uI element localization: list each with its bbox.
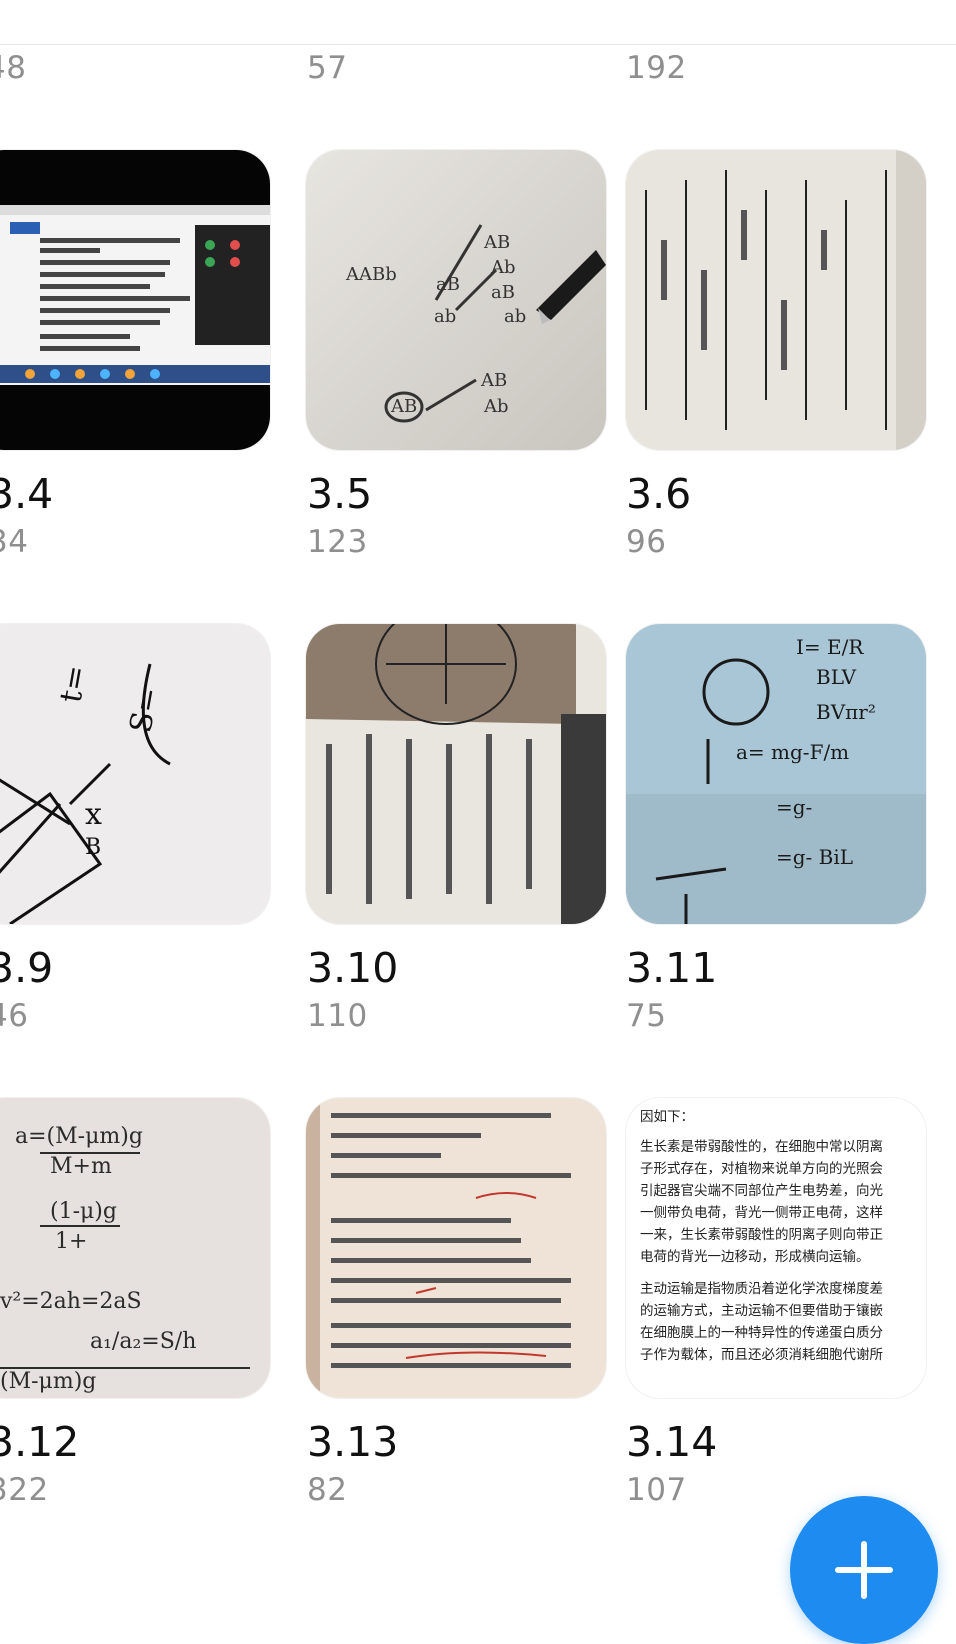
svg-text:=g- BiL: =g- BiL bbox=[776, 845, 853, 869]
album-thumbnail-3-13[interactable] bbox=[306, 1098, 606, 1398]
album-title[interactable]: 3.5 bbox=[307, 470, 372, 518]
svg-text:M+m: M+m bbox=[50, 1154, 112, 1179]
album-count: 46 bbox=[0, 998, 29, 1034]
math-book-page-image bbox=[626, 150, 926, 450]
physics-notes-image: I= E/R BLV BVπr² a= mg-F/m =g- =g- BiL bbox=[626, 624, 926, 924]
album-title[interactable]: 3.9 bbox=[0, 944, 53, 992]
svg-text:aB: aB bbox=[491, 282, 515, 303]
svg-text:aB: aB bbox=[436, 274, 460, 295]
album-thumbnail-3-10[interactable] bbox=[306, 624, 606, 924]
doc-line: 一侧带负电荷，背光一侧带正电荷，这样 bbox=[640, 1205, 883, 1221]
svg-text:AABb: AABb bbox=[345, 264, 397, 285]
album-thumbnail-3-5[interactable]: AB Ab aB aB ab ab AABb AB Ab AB bbox=[306, 150, 606, 450]
svg-text:a=(M-μm)g: a=(M-μm)g bbox=[15, 1124, 143, 1149]
album-count: 82 bbox=[307, 1472, 348, 1508]
doc-line: 子作为载体，而且还必须消耗细胞代谢所 bbox=[640, 1347, 883, 1363]
album-count: 96 bbox=[626, 524, 667, 560]
doc-heading: 因如下： bbox=[640, 1109, 694, 1125]
svg-text:B: B bbox=[85, 835, 101, 860]
plus-icon bbox=[835, 1541, 893, 1599]
top-divider bbox=[0, 44, 956, 45]
chemistry-exercise-image bbox=[306, 1098, 606, 1398]
doc-line: 子形式存在，对植物来说单方向的光照会 bbox=[640, 1161, 883, 1177]
document-preview: 因如下： 生长素是带弱酸性的，在细胞中常以阴离 子形式存在，对植物来说单方向的光… bbox=[640, 1106, 883, 1366]
svg-text:ab: ab bbox=[434, 306, 456, 327]
album-title[interactable]: 3.12 bbox=[0, 1418, 79, 1466]
svg-text:t=: t= bbox=[53, 663, 94, 706]
album-title[interactable]: 3.4 bbox=[0, 470, 53, 518]
album-count: 48 bbox=[0, 50, 27, 86]
album-title[interactable]: 3.14 bbox=[626, 1418, 717, 1466]
album-count: 192 bbox=[626, 50, 687, 86]
album-count: 123 bbox=[307, 524, 368, 560]
handwritten-notes-image: AB Ab aB aB ab ab AABb AB Ab AB bbox=[306, 150, 606, 450]
svg-text:Ab: Ab bbox=[490, 257, 516, 278]
album-thumbnail-3-14[interactable]: 因如下： 生长素是带弱酸性的，在细胞中常以阴离 子形式存在，对植物来说单方向的光… bbox=[626, 1098, 926, 1398]
doc-line: 在细胞膜上的一种特异性的传递蛋白质分 bbox=[640, 1325, 883, 1341]
svg-text:v²=2ah=2aS: v²=2ah=2aS bbox=[0, 1289, 142, 1314]
doc-line: 主动运输是指物质沿着逆化学浓度梯度差 bbox=[640, 1281, 883, 1297]
album-count: 34 bbox=[0, 524, 29, 560]
svg-text:x: x bbox=[85, 797, 102, 832]
album-count: 75 bbox=[626, 998, 667, 1034]
textbook-under-tablet-image bbox=[306, 624, 606, 924]
screen-photo-image bbox=[0, 150, 270, 450]
doc-line: 的运输方式，主动运输不但要借助于镶嵌 bbox=[640, 1303, 883, 1319]
svg-text:a= mg-F/m: a= mg-F/m bbox=[736, 740, 849, 764]
album-title[interactable]: 3.10 bbox=[307, 944, 398, 992]
album-count: 57 bbox=[307, 50, 348, 86]
album-title[interactable]: 3.13 bbox=[307, 1418, 398, 1466]
album-title[interactable]: 3.11 bbox=[626, 944, 717, 992]
doc-line: 引起器官尖端不同部位产生电势差，向光 bbox=[640, 1183, 883, 1199]
album-count: 322 bbox=[0, 1472, 49, 1508]
svg-text:I= E/R: I= E/R bbox=[796, 635, 864, 659]
svg-text:BVπr²: BVπr² bbox=[816, 700, 876, 724]
album-count: 110 bbox=[307, 998, 368, 1034]
album-thumbnail-3-11[interactable]: I= E/R BLV BVπr² a= mg-F/m =g- =g- BiL bbox=[626, 624, 926, 924]
doc-line: 一来，生长素带弱酸性的阴离子则向带正 bbox=[640, 1227, 883, 1243]
album-thumbnail-3-4[interactable] bbox=[0, 150, 270, 450]
album-title[interactable]: 3.6 bbox=[626, 470, 691, 518]
svg-text:AB: AB bbox=[390, 396, 417, 417]
svg-text:Ab: Ab bbox=[483, 396, 509, 417]
svg-text:AB: AB bbox=[480, 370, 507, 391]
svg-text:1+: 1+ bbox=[55, 1229, 87, 1254]
album-thumbnail-3-12[interactable]: a=(M-μm)g M+m (1-μ)g 1+ v²=2ah=2aS a₁/a₂=S/… bbox=[0, 1098, 270, 1398]
geometry-sketch-image: S= t= x B bbox=[0, 624, 270, 924]
album-thumbnail-3-9[interactable]: S= t= x B bbox=[0, 624, 270, 924]
svg-text:=g-: =g- bbox=[776, 795, 812, 819]
svg-text:a₁/a₂=S/h: a₁/a₂=S/h bbox=[90, 1329, 196, 1354]
svg-text:(M-μm)g: (M-μm)g bbox=[0, 1369, 96, 1394]
album-thumbnail-3-6[interactable] bbox=[626, 150, 926, 450]
album-count: 107 bbox=[626, 1472, 687, 1508]
doc-line: 生长素是带弱酸性的，在细胞中常以阴离 bbox=[640, 1139, 883, 1155]
add-album-button[interactable] bbox=[790, 1496, 938, 1644]
doc-line: 电荷的背光一边移动，形成横向运输。 bbox=[640, 1249, 870, 1265]
svg-text:(1-μ)g: (1-μ)g bbox=[50, 1199, 117, 1224]
svg-text:AB: AB bbox=[483, 232, 510, 253]
handwritten-equations-image: a=(M-μm)g M+m (1-μ)g 1+ v²=2ah=2aS a₁/a₂=S/… bbox=[0, 1098, 270, 1398]
svg-text:BLV: BLV bbox=[816, 665, 857, 689]
svg-text:ab: ab bbox=[504, 306, 526, 327]
